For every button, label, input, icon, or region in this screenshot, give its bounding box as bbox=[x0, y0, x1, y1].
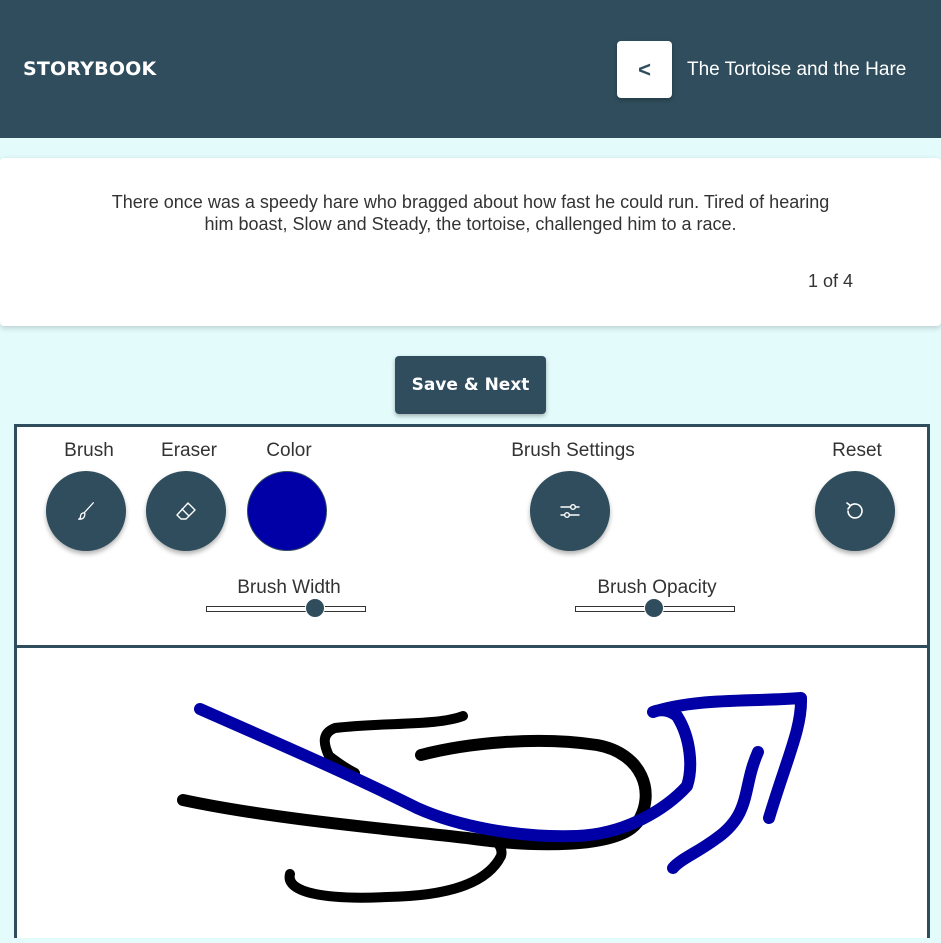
brush-label: Brush bbox=[64, 440, 114, 461]
brush-width-label: Brush Width bbox=[237, 577, 341, 598]
drawing-canvas[interactable] bbox=[14, 645, 930, 938]
brush-width-thumb[interactable] bbox=[305, 598, 326, 618]
reset-icon bbox=[846, 502, 863, 519]
reset-button[interactable] bbox=[815, 471, 895, 551]
color-picker-swatch[interactable] bbox=[247, 471, 327, 551]
sliders-icon bbox=[560, 503, 580, 518]
brush-icon bbox=[78, 502, 94, 520]
story-card: There once was a speedy hare who bragged… bbox=[0, 158, 941, 326]
black-stroke-bottom bbox=[284, 833, 507, 903]
reset-label: Reset bbox=[832, 440, 882, 461]
black-stroke-long bbox=[177, 734, 652, 851]
drawing-toolbar: Brush Eraser Color Brush Settings Reset bbox=[14, 424, 930, 650]
app-header: STORYBOOK < The Tortoise and the Hare bbox=[0, 0, 941, 138]
save-next-button[interactable]: Save & Next bbox=[395, 356, 546, 414]
page-indicator: 1 of 4 bbox=[808, 271, 854, 291]
eraser-label: Eraser bbox=[161, 440, 217, 461]
app-brand: STORYBOOK bbox=[23, 58, 157, 80]
story-text: There once was a speedy hare who bragged… bbox=[111, 192, 830, 234]
canvas-drawing bbox=[177, 692, 808, 903]
brush-opacity-slider[interactable] bbox=[575, 598, 735, 618]
brush-settings-label: Brush Settings bbox=[511, 440, 635, 461]
eraser-icon bbox=[176, 502, 196, 520]
color-label: Color bbox=[266, 440, 312, 461]
brush-width-slider[interactable] bbox=[206, 598, 366, 618]
brush-opacity-label: Brush Opacity bbox=[597, 577, 717, 598]
brush-button[interactable] bbox=[46, 471, 126, 551]
story-title: The Tortoise and the Hare bbox=[687, 59, 907, 80]
eraser-button[interactable] bbox=[146, 471, 226, 551]
brush-opacity-thumb[interactable] bbox=[644, 598, 665, 618]
brush-settings-button[interactable] bbox=[530, 471, 610, 551]
back-button[interactable]: < bbox=[617, 41, 672, 98]
